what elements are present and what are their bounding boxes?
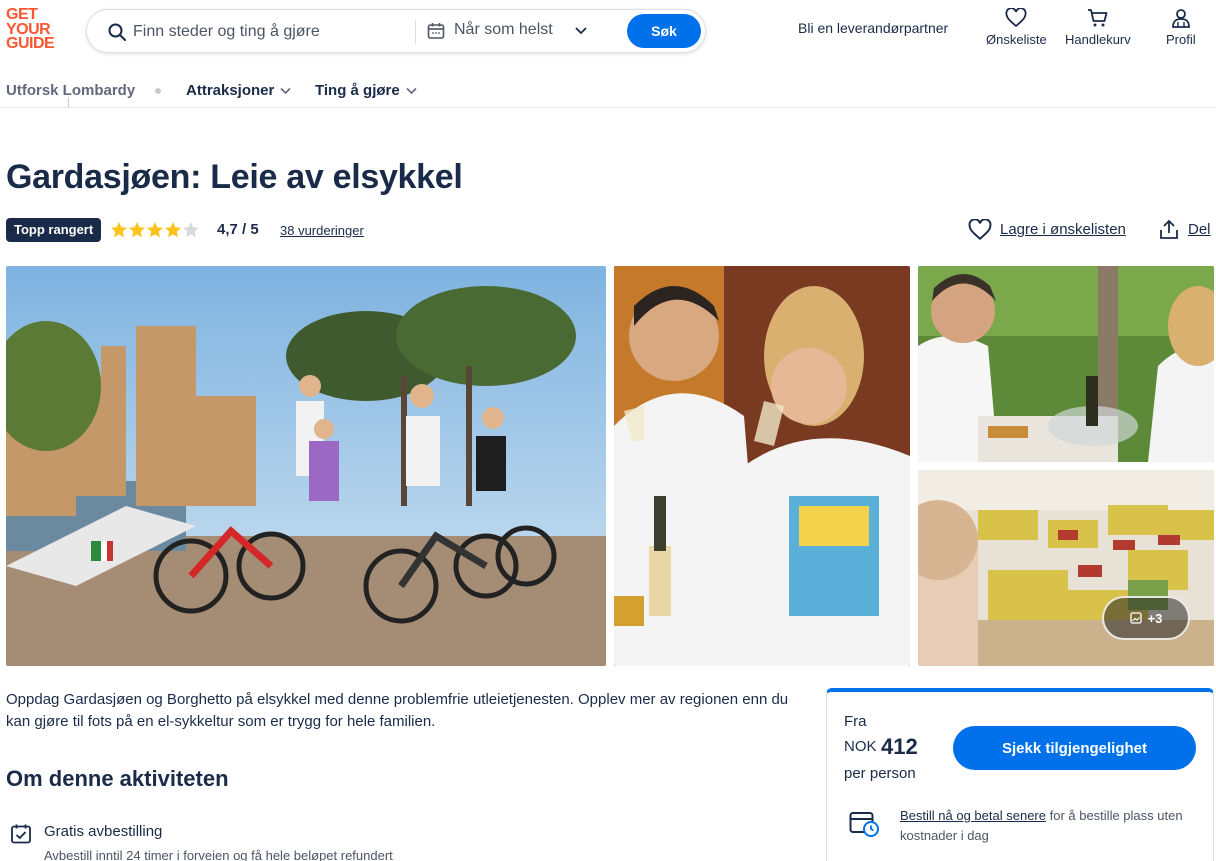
heart-icon	[968, 218, 992, 241]
share-icon	[1160, 219, 1178, 239]
profile-label: Profil	[1166, 32, 1196, 47]
subnav-attractions[interactable]: Attraksjoner	[186, 82, 291, 99]
star-icon	[165, 222, 181, 238]
explore-location-link[interactable]: Utforsk Lombardy	[6, 82, 135, 99]
subnav-divider	[68, 97, 69, 107]
castle-bikes-image	[6, 266, 606, 666]
top-rated-badge: Topp rangert	[6, 218, 102, 242]
star-icon	[129, 222, 145, 238]
search-input[interactable]	[133, 20, 413, 44]
subnav-things-to-do[interactable]: Ting å gjøre	[315, 82, 417, 99]
more-photos-button[interactable]: +3	[1102, 596, 1190, 640]
star-rating	[111, 222, 199, 238]
booking-card: Fra NOK 412 per person Sjekk tilgjengeli…	[826, 688, 1214, 861]
heart-icon	[1005, 8, 1027, 28]
calendar-check-icon	[11, 824, 31, 844]
sub-navigation: Utforsk Lombardy Attraksjoner Ting å gjø…	[0, 72, 1216, 108]
price-currency: NOK	[844, 738, 877, 755]
share-button[interactable]: Del	[1158, 219, 1211, 245]
search-divider	[415, 20, 416, 44]
getyourguide-logo[interactable]: GET YOUR GUIDE	[6, 7, 66, 52]
reserve-calendar-icon	[849, 812, 879, 837]
chevron-down-icon	[406, 87, 417, 95]
profile-nav[interactable]: Profil	[1166, 8, 1196, 47]
reviews-link[interactable]: 38 vurderinger	[280, 223, 364, 238]
chevron-down-icon	[280, 87, 291, 95]
more-photos-count: +3	[1147, 610, 1163, 626]
calendar-icon	[427, 23, 445, 39]
wishlist-label: Ønskeliste	[986, 32, 1047, 47]
page-title: Gardasjøen: Leie av elsykkel	[6, 158, 463, 196]
free-cancellation-desc: Avbestill inntil 24 timer i forveien og …	[44, 848, 393, 861]
image-icon	[1129, 612, 1142, 624]
price-value: 412	[881, 734, 918, 759]
date-picker[interactable]: Når som helst	[454, 21, 553, 39]
subnav-attractions-label: Attraksjoner	[186, 82, 275, 99]
cart-nav[interactable]: Handlekurv	[1065, 8, 1131, 47]
free-cancellation-title: Gratis avbestilling	[44, 823, 163, 840]
check-availability-button[interactable]: Sjekk tilgjengelighet	[953, 726, 1196, 770]
save-to-wishlist-button[interactable]: Lagre i ønskelisten	[968, 218, 1126, 243]
cart-icon	[1087, 9, 1108, 27]
search-bar: Når som helst Søk	[86, 9, 706, 53]
main-photo[interactable]	[6, 266, 606, 666]
chevron-down-icon[interactable]	[575, 26, 587, 36]
star-icon	[147, 222, 163, 238]
outdoor-tasting-image	[918, 266, 1214, 462]
share-label: Del	[1188, 221, 1211, 238]
separator-dot	[155, 88, 161, 94]
star-empty-icon	[183, 222, 199, 238]
supplier-partner-link[interactable]: Bli en leverandørpartner	[798, 20, 948, 36]
couple-wine-image	[614, 266, 910, 666]
wishlist-nav[interactable]: Ønskeliste	[986, 8, 1047, 47]
save-to-wishlist-label: Lagre i ønskelisten	[1000, 221, 1126, 238]
profile-icon	[1171, 9, 1190, 28]
price-per-person: per person	[844, 765, 916, 782]
search-icon	[108, 23, 126, 41]
cart-label: Handlekurv	[1065, 32, 1131, 47]
about-section-title: Om denne aktiviteten	[6, 766, 229, 791]
wine-tasting-photo[interactable]	[614, 266, 910, 666]
picnic-photo[interactable]	[918, 266, 1214, 462]
reserve-now-text: Bestill nå og betal senere for å bestill…	[900, 806, 1200, 846]
search-button[interactable]: Søk	[627, 14, 701, 48]
subnav-things-label: Ting å gjøre	[315, 82, 400, 99]
reserve-now-link[interactable]: Bestill nå og betal senere	[900, 808, 1046, 823]
activity-description: Oppdag Gardasjøen og Borghetto på elsykk…	[6, 691, 789, 730]
rating-value: 4,7 / 5	[217, 221, 259, 238]
logo-line-3: GUIDE	[6, 35, 55, 52]
star-icon	[111, 222, 127, 238]
price-from-label: Fra	[844, 713, 867, 730]
